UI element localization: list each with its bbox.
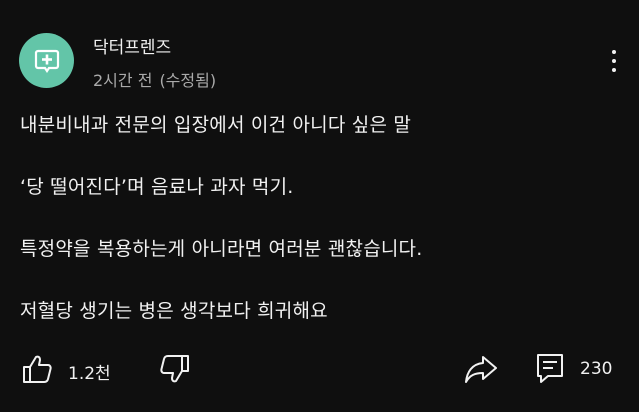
post-text-line: ‘당 떨어진다’며 음료나 과자 먹기. [20,176,294,198]
comment-icon [537,354,563,383]
more-dot [612,50,616,54]
channel-name[interactable]: 닥터프렌즈 [93,33,171,58]
edited-label: (수정됨) [159,71,217,90]
share-arrow-icon [465,356,497,383]
post-meta: 2시간 전 (수정됨) [93,67,216,91]
channel-avatar[interactable] [19,33,74,88]
thumbs-down-icon [160,355,189,383]
post-text-line: 특정약을 복용하는게 아니라면 여러분 괜찮습니다. [20,238,423,260]
more-dot [612,59,616,63]
dislike-button[interactable] [158,352,192,386]
post-text-line: 내분비내과 전문의 입장에서 이건 아니다 싶은 말 [20,114,412,136]
more-options-button[interactable] [600,44,628,78]
share-button[interactable] [464,354,498,384]
post-text-line: 저혈당 생기는 병은 생각보다 희귀해요 [20,300,328,322]
community-post: 닥터프렌즈 2시간 전 (수정됨) 내분비내과 전문의 입장에서 이건 아니다 싶… [0,0,639,412]
more-dot [612,68,616,72]
comment-count: 230 [580,359,613,379]
medical-cross-chat-icon [34,49,59,73]
thumbs-up-icon [23,355,52,383]
comment-button[interactable] [535,352,565,384]
like-button[interactable] [20,352,54,386]
post-time: 2시간 전 [93,71,153,90]
like-count: 1.2천 [68,364,111,384]
